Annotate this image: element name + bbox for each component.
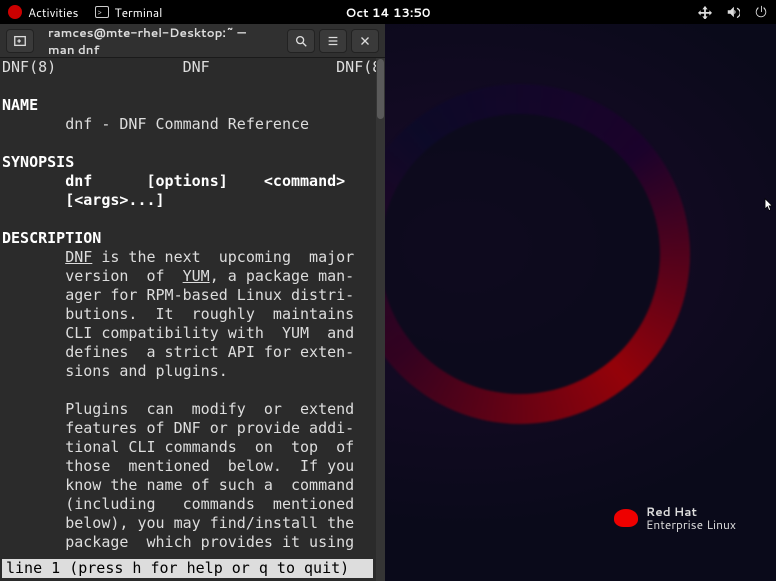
gnome-top-bar: Activities Terminal Oct 14 13:50 (0, 0, 776, 24)
redhat-hat-icon (614, 509, 638, 527)
clock[interactable]: Oct 14 13:50 (345, 4, 430, 21)
terminal-scrollbar[interactable] (376, 58, 385, 581)
section-heading-name: NAME (2, 96, 38, 114)
wallpaper-swirl (350, 84, 690, 424)
terminal-titlebar: ramces@mte-rhel-Desktop:~ — man dnf (0, 24, 385, 58)
window-title: ramces@mte-rhel-Desktop:~ — man dnf (40, 24, 281, 58)
activities-button[interactable]: Activities (8, 4, 79, 21)
menu-button[interactable] (319, 29, 347, 53)
terminal-content[interactable]: DNF(8) DNF DNF(8) NAME dnf - DNF Command… (0, 58, 385, 556)
link-yum: YUM (183, 267, 210, 285)
pager-status-line: line 1 (press h for help or q to quit) (2, 559, 373, 578)
section-heading-synopsis: SYNOPSIS (2, 153, 74, 171)
scrollbar-thumb[interactable] (377, 59, 384, 119)
app-menu-terminal[interactable]: Terminal (95, 4, 163, 21)
power-icon (754, 5, 768, 19)
search-button[interactable] (287, 29, 315, 53)
network-icon (698, 5, 712, 19)
volume-icon (726, 5, 740, 19)
app-menu-label: Terminal (115, 4, 163, 21)
link-dnf: DNF (65, 248, 92, 266)
activities-label: Activities (28, 4, 79, 21)
terminal-icon (95, 6, 109, 18)
close-button[interactable] (351, 29, 379, 53)
rhel-hat-icon (8, 5, 22, 19)
rhel-brand-logo: Red Hat Enterprise Linux (614, 505, 736, 531)
terminal-window: ramces@mte-rhel-Desktop:~ — man dnf DNF(… (0, 24, 385, 581)
section-heading-description: DESCRIPTION (2, 229, 101, 247)
new-tab-button[interactable] (6, 29, 34, 53)
mouse-cursor (764, 198, 774, 212)
brand-line-2: Enterprise Linux (646, 518, 736, 531)
system-tray[interactable] (698, 5, 768, 19)
